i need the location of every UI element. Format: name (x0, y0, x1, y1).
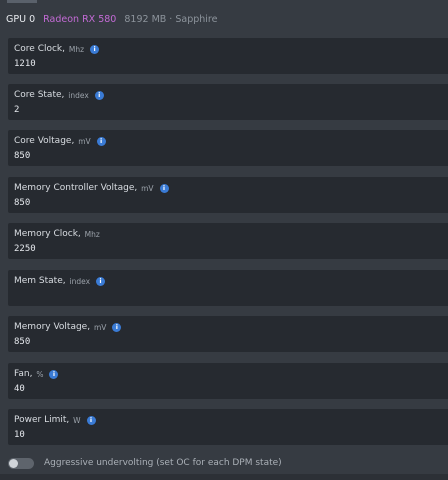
memory-controller-voltage-input[interactable] (14, 198, 314, 208)
active-tab-indicator (7, 0, 37, 3)
memory-clock-field: Memory Clock, Mhz (8, 223, 448, 259)
memory-voltage-input[interactable] (14, 337, 314, 347)
mem-state-label: Mem State, index i (14, 276, 106, 286)
gpu-model: Radeon RX 580 (43, 14, 117, 25)
info-icon[interactable]: i (112, 322, 122, 332)
info-icon[interactable]: i (49, 369, 59, 379)
gpu-id: GPU 0 (6, 14, 36, 25)
core-state-field: Core State, index i (8, 84, 448, 120)
memory-voltage-field: Memory Voltage, mV i (8, 316, 448, 352)
info-icon[interactable]: i (159, 183, 169, 193)
fan-label: Fan, % i (14, 369, 59, 379)
memory-clock-unit: Mhz (84, 229, 100, 239)
core-clock-input[interactable] (14, 59, 314, 69)
mem-state-unit: index (69, 276, 91, 286)
core-voltage-input[interactable] (14, 151, 314, 161)
fan-unit: % (36, 369, 44, 379)
power-limit-unit: W (73, 415, 81, 425)
core-voltage-label: Core Voltage, mV i (14, 136, 106, 146)
fan-field: Fan, % i (8, 363, 448, 399)
core-voltage-field: Core Voltage, mV i (8, 130, 448, 166)
memory-voltage-unit: mV (93, 322, 107, 332)
core-clock-unit: Mhz (68, 44, 85, 54)
info-icon[interactable]: i (90, 44, 100, 54)
aggressive-undervolting-toggle[interactable] (8, 457, 34, 469)
memory-controller-voltage-field: Memory Controller Voltage, mV i (8, 177, 448, 213)
core-state-unit: index (68, 90, 89, 100)
core-state-input[interactable] (14, 105, 314, 115)
gpu-memory-vendor: 8192 MB · Sapphire (124, 14, 218, 25)
aggressive-undervolting-label: Aggressive undervolting (set OC for each… (44, 458, 282, 468)
power-limit-input[interactable] (14, 430, 314, 440)
core-state-label: Core State, index i (14, 90, 104, 100)
power-limit-label: Power Limit, W i (14, 415, 96, 425)
memory-voltage-label: Memory Voltage, mV i (14, 322, 122, 332)
memory-clock-label: Memory Clock, Mhz (14, 229, 100, 239)
fan-input[interactable] (14, 384, 314, 394)
toggle-knob (9, 458, 18, 468)
gpu-header: GPU 0 Radeon RX 580 8192 MB · Sapphire (6, 14, 217, 28)
bottom-strip (0, 474, 448, 480)
mem-state-field: Mem State, index i (8, 270, 448, 306)
core-voltage-unit: mV (78, 136, 91, 146)
core-clock-label: Core Clock, Mhz i (14, 44, 100, 54)
info-icon[interactable]: i (96, 136, 106, 146)
info-icon[interactable]: i (86, 415, 96, 425)
memory-controller-voltage-label: Memory Controller Voltage, mV i (14, 183, 169, 193)
info-icon[interactable]: i (96, 276, 106, 286)
core-clock-field: Core Clock, Mhz i (8, 38, 448, 74)
power-limit-field: Power Limit, W i (8, 409, 448, 445)
aggressive-undervolting-row: Aggressive undervolting (set OC for each… (8, 455, 282, 471)
memory-clock-input[interactable] (14, 244, 314, 254)
mem-state-input[interactable] (14, 291, 314, 301)
memory-controller-voltage-unit: mV (141, 183, 154, 193)
info-icon[interactable]: i (94, 90, 104, 100)
